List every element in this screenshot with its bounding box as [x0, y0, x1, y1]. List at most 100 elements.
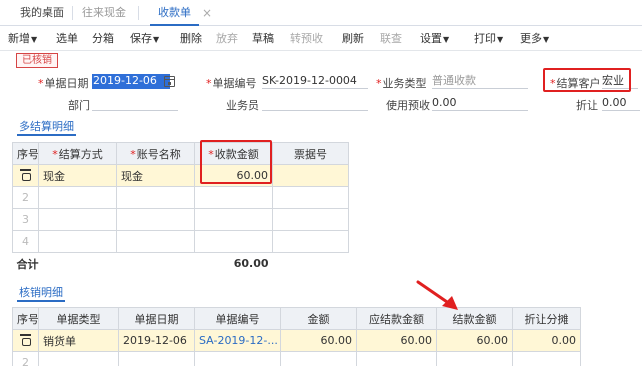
calendar-icon[interactable]: [164, 76, 175, 87]
chevron-down-icon: ▼: [543, 35, 550, 44]
save-button[interactable]: 保存▼: [130, 27, 159, 51]
chevron-down-icon: ▼: [497, 35, 504, 44]
biz-type-select[interactable]: 普通收款: [432, 74, 528, 89]
total-label: 合计: [12, 252, 117, 275]
empty-cell[interactable]: [116, 208, 195, 231]
settle-method-cell[interactable]: 现金: [38, 164, 117, 187]
abandon-button[interactable]: 放弃: [216, 27, 238, 51]
new-button-label: 新增: [8, 32, 30, 45]
tab-divider: [138, 6, 139, 20]
staff-input[interactable]: [262, 96, 368, 111]
total-spacer: [272, 252, 349, 275]
empty-cell[interactable]: [272, 208, 349, 231]
empty-cell[interactable]: [118, 351, 195, 366]
writeoff-paid-cell[interactable]: 60.00: [436, 329, 513, 352]
col-header: *账号名称: [116, 142, 195, 165]
writeoff-date-cell[interactable]: 2019-12-06: [118, 329, 195, 352]
row-menu-icon[interactable]: [20, 169, 31, 181]
row-action-cell[interactable]: [12, 164, 39, 187]
col-header: *结算方式: [38, 142, 117, 165]
col-header: 单据日期: [118, 307, 195, 330]
refresh-button[interactable]: 刷新: [342, 27, 364, 51]
row-action-cell[interactable]: [12, 329, 39, 352]
select-doc-button[interactable]: 选单: [56, 27, 78, 51]
col-header: 单据类型: [38, 307, 119, 330]
use-prepay-label: 使用预收: [386, 99, 430, 112]
empty-cell[interactable]: [38, 208, 117, 231]
writeoff-due-cell[interactable]: 60.00: [356, 329, 437, 352]
delete-button[interactable]: 删除: [180, 27, 202, 51]
doc-no-label: *单据编号: [206, 77, 257, 90]
discount-label: 折让: [576, 99, 598, 112]
settle-section-title[interactable]: 多结算明细: [17, 119, 76, 136]
staff-label: 业务员: [226, 99, 259, 112]
empty-cell[interactable]: [272, 230, 349, 253]
settings-button-label: 设置: [420, 32, 442, 45]
table-row[interactable]: 4: [12, 230, 349, 253]
empty-cell[interactable]: [116, 230, 195, 253]
table-row[interactable]: 销货单 2019-12-06 SA-2019-12-... 60.00 60.0…: [12, 329, 581, 352]
writeoff-table: 序号 单据类型 单据日期 单据编号 金额 应结款金额 结款金额 折让分摊 销货单…: [12, 307, 581, 366]
empty-cell[interactable]: [356, 351, 437, 366]
audit-button[interactable]: 联查: [380, 27, 402, 51]
col-header: 金额: [280, 307, 357, 330]
settle-bill-cell[interactable]: [272, 164, 349, 187]
dept-input[interactable]: [92, 96, 178, 111]
col-header: 序号: [12, 142, 39, 165]
more-button-label: 更多: [520, 32, 542, 45]
empty-cell[interactable]: [194, 230, 273, 253]
empty-cell[interactable]: [194, 208, 273, 231]
to-prepay-button[interactable]: 转预收: [290, 27, 323, 51]
empty-cell[interactable]: [194, 186, 273, 209]
settle-table: 序号 *结算方式 *账号名称 *收款金额 票据号 现金 现金 60.00 2 3…: [12, 142, 349, 275]
print-button-label: 打印: [474, 32, 496, 45]
col-header: 折让分摊: [512, 307, 581, 330]
save-button-label: 保存: [130, 32, 152, 45]
split-button[interactable]: 分箱: [92, 27, 114, 51]
draft-button[interactable]: 草稿: [252, 27, 274, 51]
table-row[interactable]: 3: [12, 208, 349, 231]
writeoff-discount-cell[interactable]: 0.00: [512, 329, 581, 352]
discount-input[interactable]: 0.00: [602, 96, 640, 111]
settle-account-cell[interactable]: 现金: [116, 164, 195, 187]
table-row[interactable]: 2: [12, 186, 349, 209]
toolbar: 新增▼ 选单 分箱 保存▼ 删除 放弃 草稿 转预收 刷新 联查 设置▼ 打印▼…: [0, 27, 642, 51]
new-button[interactable]: 新增▼: [8, 27, 37, 51]
total-row: 合计 60.00: [12, 252, 349, 275]
row-index: 2: [12, 351, 39, 366]
writeoff-amount-cell[interactable]: 60.00: [280, 329, 357, 352]
writeoff-type-cell[interactable]: 销货单: [38, 329, 119, 352]
tab-receipt[interactable]: 收款单: [150, 0, 199, 26]
print-button[interactable]: 打印▼: [474, 27, 503, 51]
writeoff-docno-link[interactable]: SA-2019-12-...: [194, 329, 281, 352]
table-row[interactable]: 现金 现金 60.00: [12, 164, 349, 187]
row-menu-icon[interactable]: [20, 334, 31, 346]
empty-cell[interactable]: [194, 351, 281, 366]
settings-button[interactable]: 设置▼: [420, 27, 449, 51]
writeoff-section-title[interactable]: 核销明细: [17, 285, 65, 302]
table-row[interactable]: 2: [12, 351, 581, 366]
empty-cell[interactable]: [38, 186, 117, 209]
tab-cash-transactions[interactable]: 往来现金: [82, 0, 126, 26]
empty-cell[interactable]: [38, 230, 117, 253]
chevron-down-icon: ▼: [31, 35, 38, 44]
empty-cell[interactable]: [38, 351, 119, 366]
amount-highlight-box: [200, 140, 272, 184]
empty-cell[interactable]: [280, 351, 357, 366]
dept-label: 部门: [68, 99, 90, 112]
tab-divider: [72, 6, 73, 20]
use-prepay-input[interactable]: 0.00: [432, 96, 528, 111]
tab-my-desktop[interactable]: 我的桌面: [20, 0, 64, 26]
chevron-down-icon: ▼: [153, 35, 160, 44]
doc-no-input[interactable]: SK-2019-12-0004: [262, 74, 368, 89]
more-button[interactable]: 更多▼: [520, 27, 549, 51]
total-spacer: [116, 252, 195, 275]
empty-cell[interactable]: [272, 186, 349, 209]
empty-cell[interactable]: [116, 186, 195, 209]
tab-bar: 我的桌面 往来现金 收款单 ×: [0, 0, 642, 26]
doc-date-input[interactable]: 2019-12-06: [92, 74, 170, 89]
empty-cell[interactable]: [512, 351, 581, 366]
empty-cell[interactable]: [436, 351, 513, 366]
close-tab-icon[interactable]: ×: [202, 0, 212, 26]
col-header: 票据号: [272, 142, 349, 165]
